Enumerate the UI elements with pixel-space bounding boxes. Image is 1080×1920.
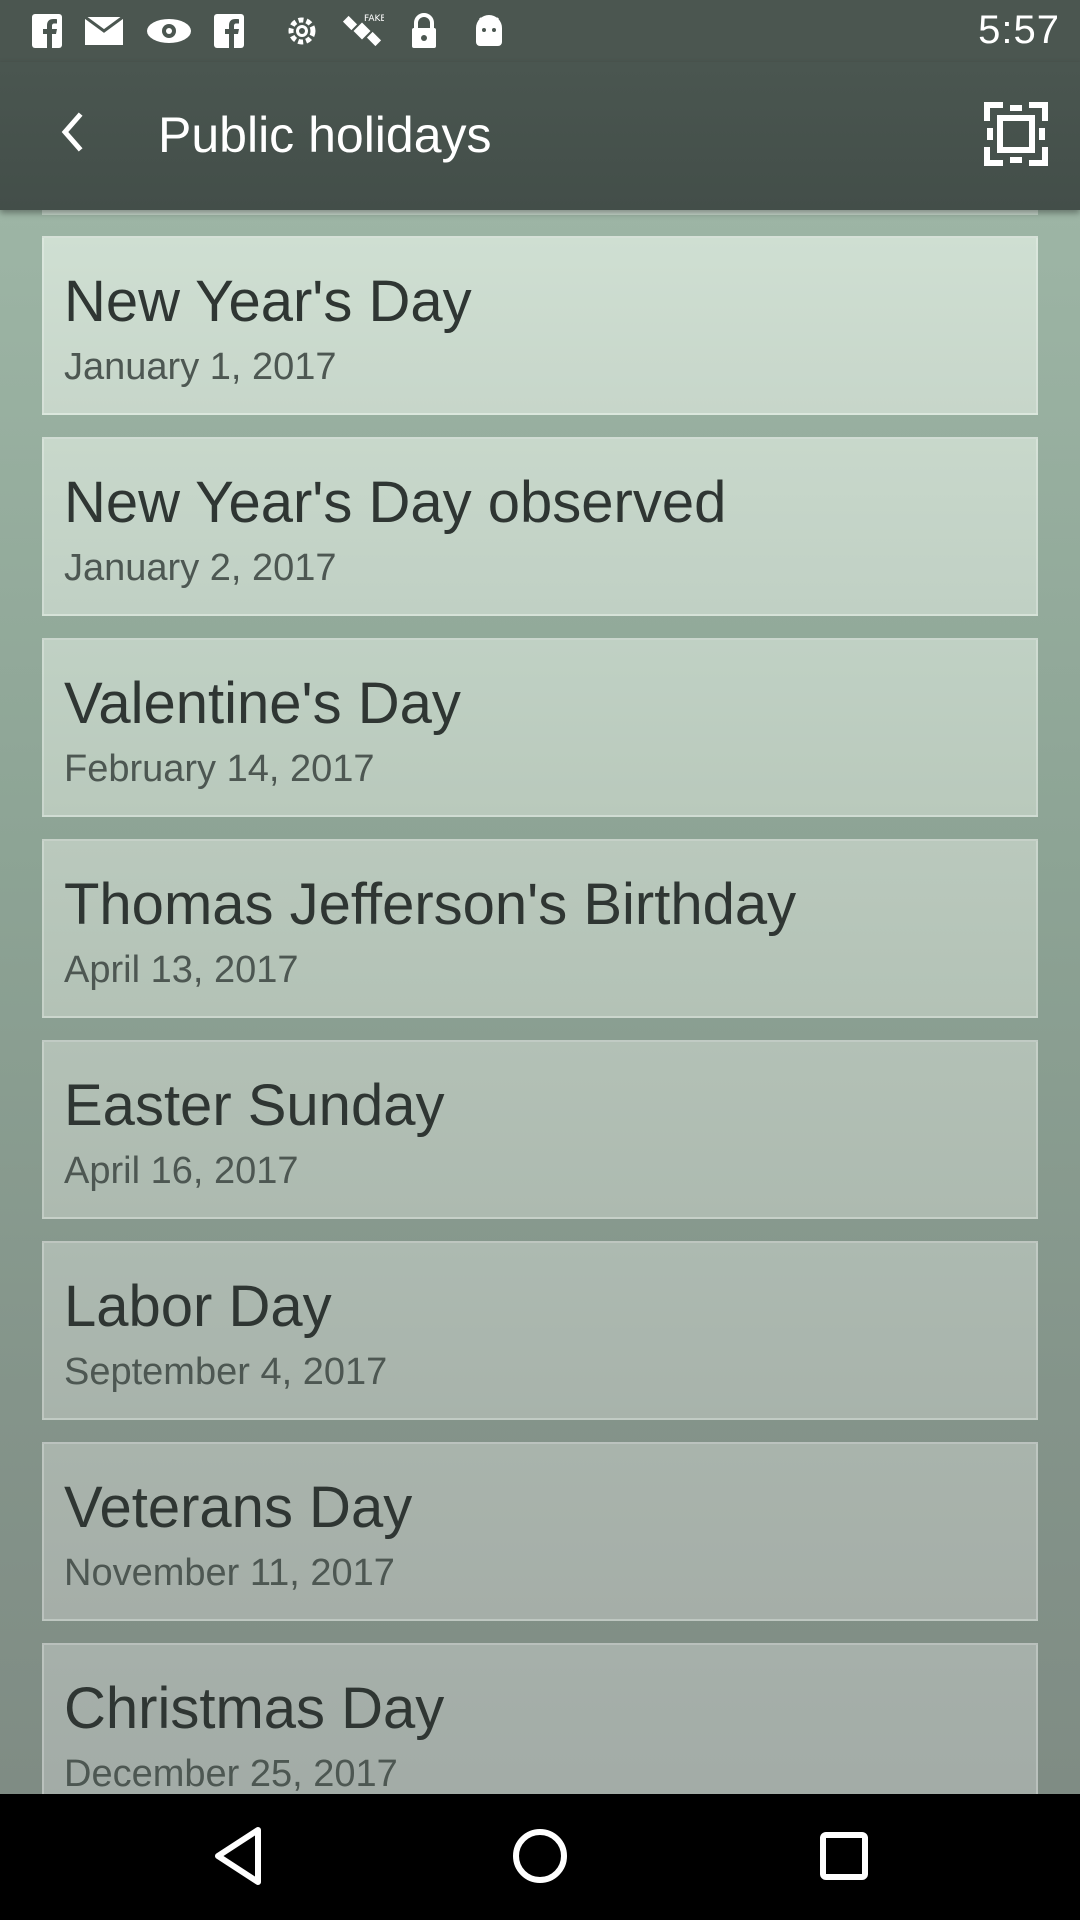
holiday-name: Thomas Jefferson's Birthday	[64, 872, 797, 937]
holiday-card[interactable]: Veterans Day November 11, 2017	[42, 1442, 1038, 1621]
fullscreen-toggle-button[interactable]	[980, 100, 1052, 172]
holiday-card[interactable]: New Year's Day observed January 2, 2017	[42, 437, 1038, 616]
mail-icon	[82, 12, 126, 50]
facebook-icon	[210, 12, 248, 50]
holiday-name: New Year's Day observed	[64, 470, 727, 535]
nav-home-button[interactable]	[495, 1818, 585, 1898]
holiday-name: Valentine's Day	[64, 671, 461, 736]
android-icon	[470, 12, 508, 50]
fullscreen-frame-icon	[983, 101, 1049, 172]
holiday-card[interactable]: Thomas Jefferson's Birthday April 13, 20…	[42, 839, 1038, 1018]
holiday-name: Labor Day	[64, 1274, 332, 1339]
holiday-date: April 16, 2017	[64, 1150, 299, 1192]
holiday-list[interactable]: New Year's Day January 1, 2017 New Year'…	[0, 210, 1080, 1794]
app-bar: Public holidays	[0, 62, 1080, 210]
holiday-date: January 2, 2017	[64, 547, 337, 589]
chevron-left-icon	[57, 110, 87, 159]
holiday-date: January 1, 2017	[64, 346, 337, 388]
system-nav-bar	[0, 1794, 1080, 1920]
holiday-name: Veterans Day	[64, 1475, 413, 1540]
settings-icon	[282, 12, 322, 50]
home-circle-icon	[510, 1826, 570, 1891]
holiday-card[interactable]: Labor Day September 4, 2017	[42, 1241, 1038, 1420]
facebook-icon	[28, 12, 66, 50]
previous-card-edge	[42, 210, 1038, 215]
satellite-icon: FAKE	[340, 12, 386, 50]
screen: FAKE 5:57 Public holidays New Year's Day…	[0, 0, 1080, 1920]
back-triangle-icon	[210, 1824, 266, 1893]
holiday-date: November 11, 2017	[64, 1552, 395, 1594]
holiday-card[interactable]: New Year's Day January 1, 2017	[42, 236, 1038, 415]
holiday-name: Christmas Day	[64, 1676, 445, 1741]
page-title: Public holidays	[158, 107, 492, 163]
nav-back-button[interactable]	[193, 1818, 283, 1898]
holiday-date: December 25, 2017	[64, 1753, 398, 1794]
holiday-card[interactable]: Valentine's Day February 14, 2017	[42, 638, 1038, 817]
holiday-date: September 4, 2017	[64, 1351, 388, 1393]
svg-text:FAKE: FAKE	[364, 14, 384, 24]
eye-icon	[144, 12, 194, 50]
holiday-date: February 14, 2017	[64, 748, 375, 790]
holiday-name: New Year's Day	[64, 269, 472, 334]
holiday-date: April 13, 2017	[64, 949, 299, 991]
recents-square-icon	[818, 1830, 870, 1887]
holiday-card[interactable]: Easter Sunday April 16, 2017	[42, 1040, 1038, 1219]
holiday-name: Easter Sunday	[64, 1073, 445, 1138]
back-button[interactable]	[40, 98, 104, 170]
status-time: 5:57	[978, 8, 1060, 52]
status-bar: FAKE 5:57	[0, 0, 1080, 62]
holiday-card[interactable]: Christmas Day December 25, 2017	[42, 1643, 1038, 1794]
lock-icon	[408, 12, 440, 50]
nav-recents-button[interactable]	[799, 1818, 889, 1898]
